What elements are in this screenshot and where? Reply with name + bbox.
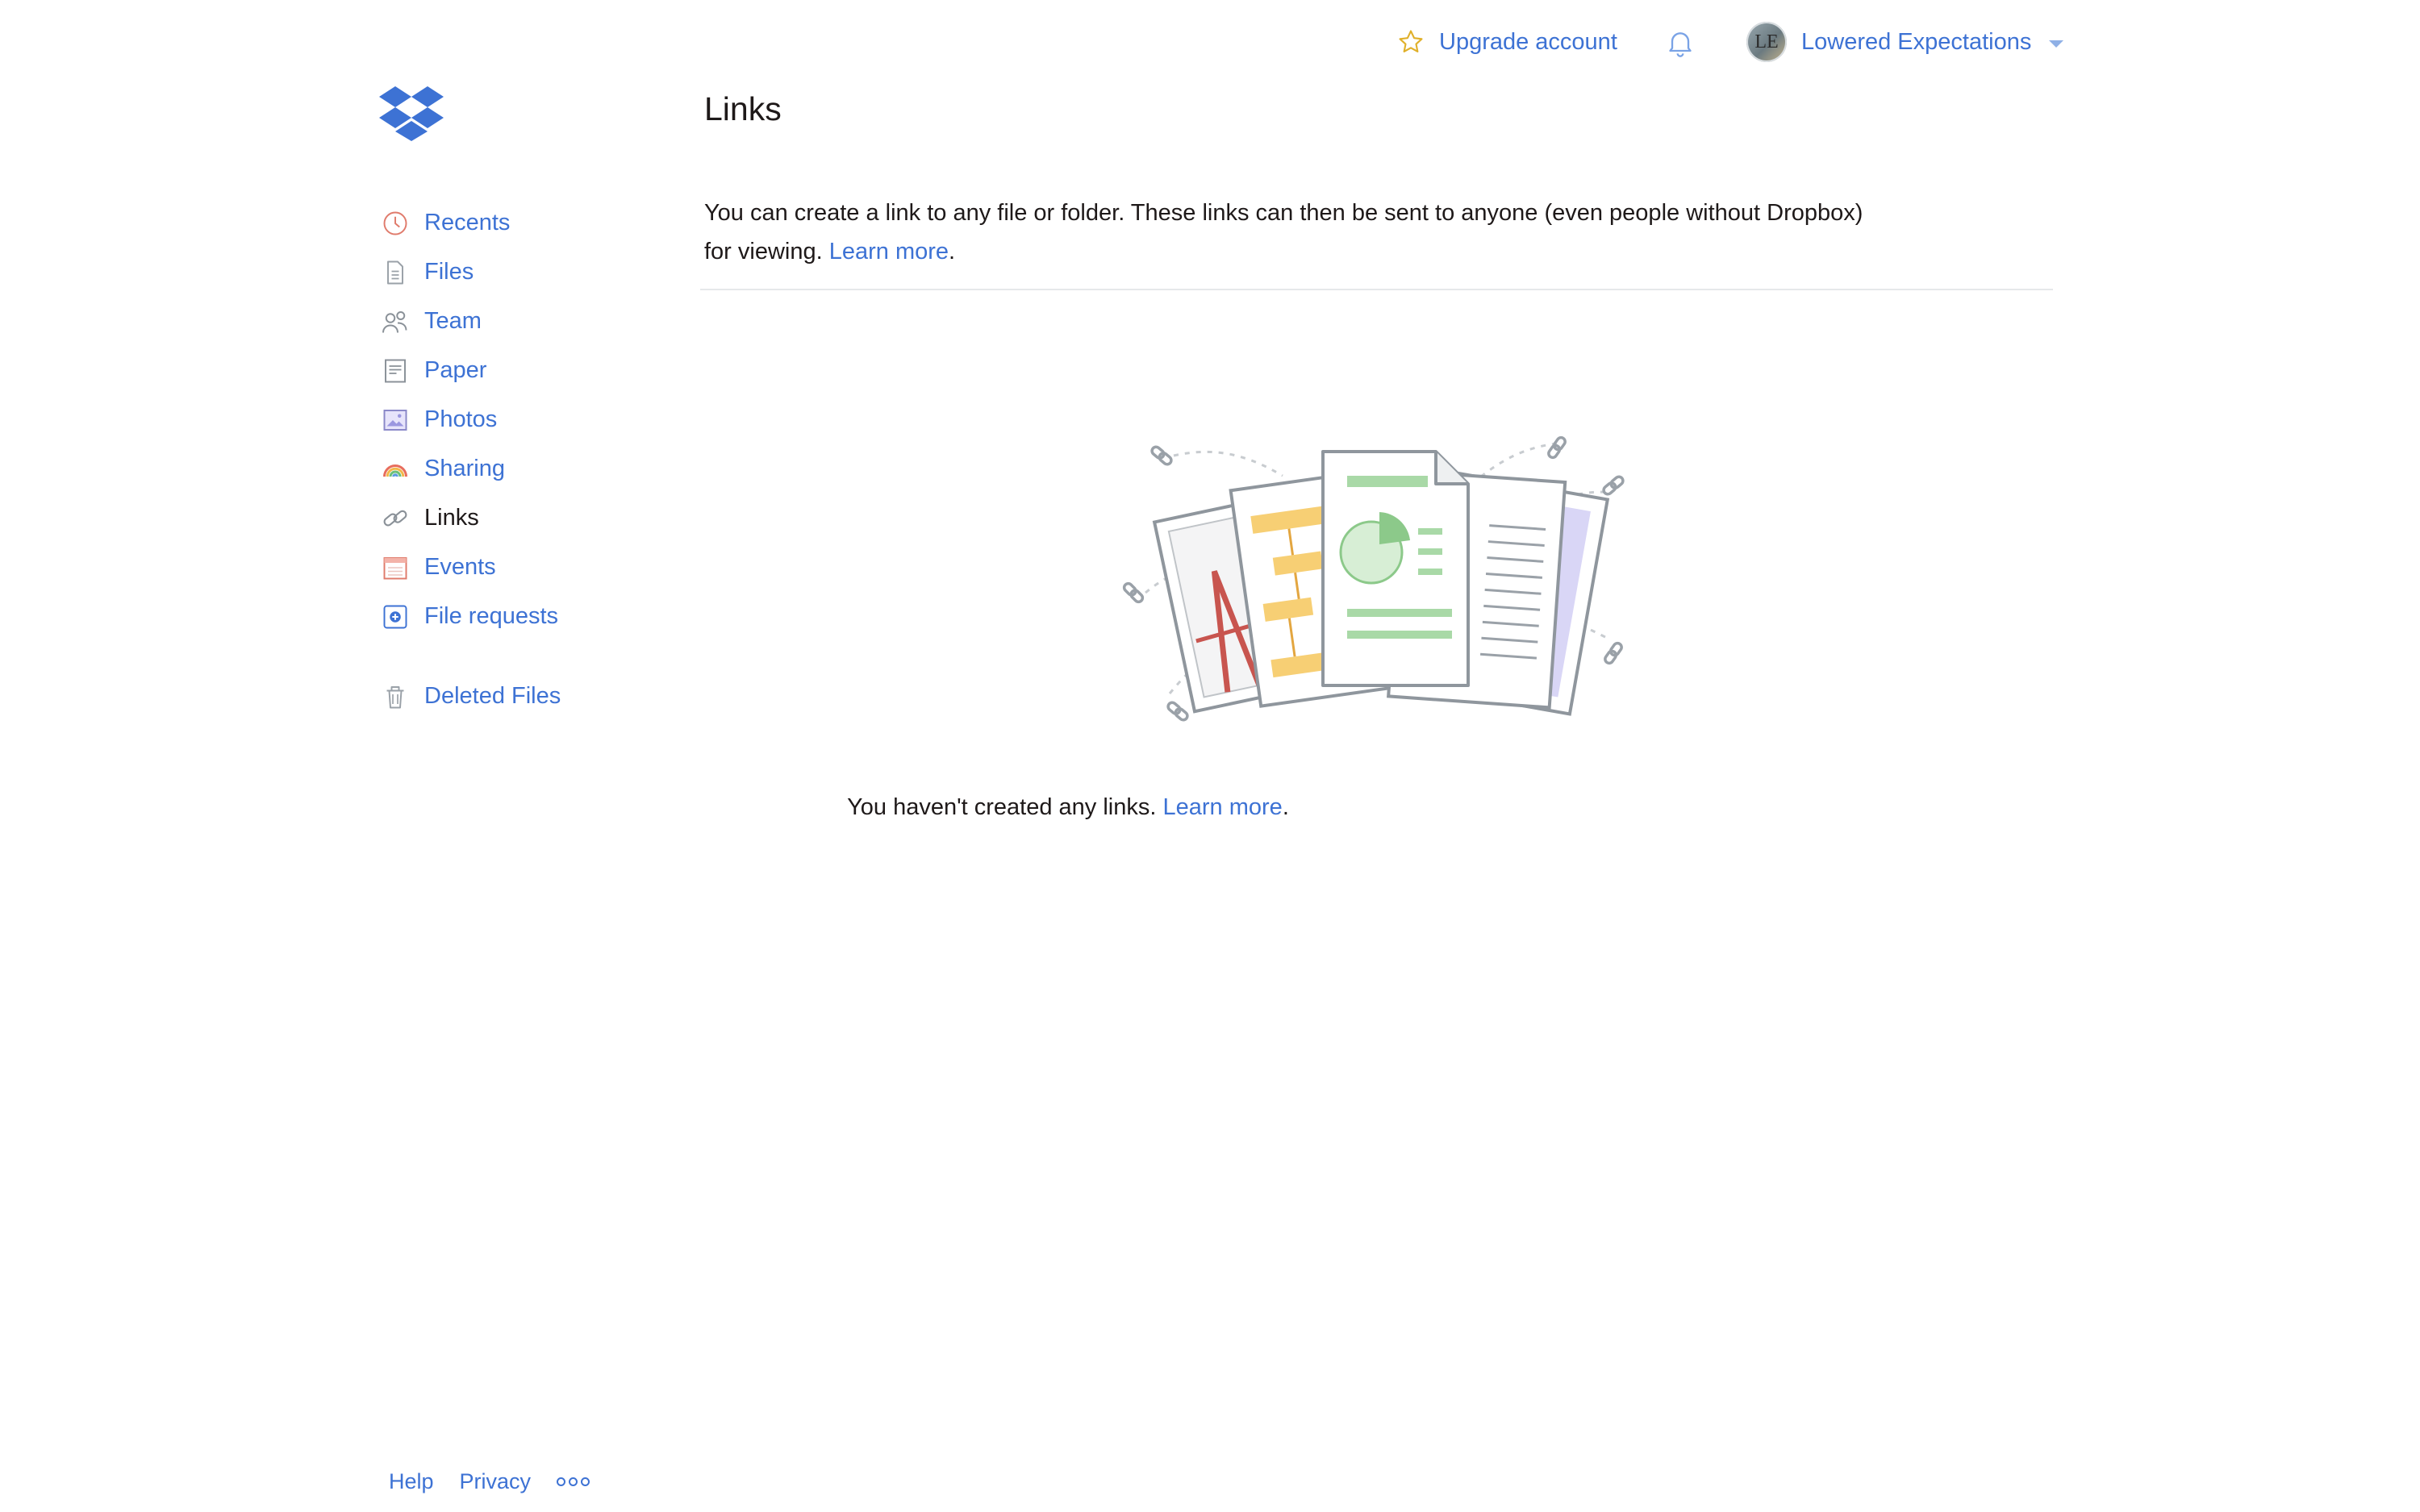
learn-more-link[interactable]: Learn more <box>829 239 949 264</box>
description-line-2: for viewing. <box>704 239 823 264</box>
file-icon <box>387 260 403 284</box>
upgrade-account-link[interactable]: Upgrade account <box>1397 24 1617 60</box>
sidebar-item-label: File requests <box>424 603 559 629</box>
page-title: Links <box>704 90 782 127</box>
sidebar-item-label: Sharing <box>424 456 505 481</box>
trash-icon <box>386 685 404 708</box>
rainbow-icon <box>383 464 407 477</box>
sidebar-item-files[interactable]: Files <box>381 248 623 297</box>
clock-icon <box>383 211 407 235</box>
empty-state-text: You haven't created any links. <box>847 794 1157 820</box>
sidebar-item-recents[interactable]: Recents <box>381 198 623 248</box>
sidebar-item-paper[interactable]: Paper <box>381 346 623 395</box>
calendar-icon <box>383 556 407 579</box>
empty-state-message: You haven't created any links. Learn mor… <box>0 794 2420 821</box>
period: . <box>949 239 956 264</box>
bell-icon[interactable] <box>1664 26 1696 60</box>
sidebar-item-events[interactable]: Events <box>381 543 623 592</box>
sidebar-item-label: Events <box>424 554 496 580</box>
sidebar-item-label: Links <box>424 505 479 531</box>
account-menu[interactable]: LE Lowered Expectations <box>1746 19 2064 65</box>
sidebar-item-links[interactable]: Links <box>381 494 623 543</box>
chevron-down-icon <box>2049 40 2064 48</box>
team-icon <box>382 310 407 333</box>
more-options-icon[interactable] <box>557 1477 590 1486</box>
file-request-icon <box>383 605 407 628</box>
period: . <box>1282 794 1289 820</box>
upgrade-account-label: Upgrade account <box>1439 28 1617 55</box>
sidebar-item-label: Paper <box>424 357 487 383</box>
sidebar-item-label: Files <box>424 259 474 285</box>
link-icon <box>383 510 407 526</box>
help-link[interactable]: Help <box>389 1469 434 1494</box>
star-icon <box>1399 30 1423 52</box>
dropbox-logo[interactable] <box>379 85 444 141</box>
divider <box>700 289 2053 290</box>
empty-learn-more-link[interactable]: Learn more <box>1163 794 1283 820</box>
paper-icon <box>385 359 406 382</box>
sidebar-item-deleted-files[interactable]: Deleted Files <box>381 672 623 721</box>
avatar-initials: LE <box>1754 31 1779 52</box>
page-description: You can create a link to any file or fol… <box>704 194 1898 271</box>
sidebar-item-label: Recents <box>424 210 511 235</box>
sidebar-item-team[interactable]: Team <box>381 297 623 346</box>
sidebar-item-label: Team <box>424 308 482 334</box>
sidebar-item-photos[interactable]: Photos <box>381 395 623 444</box>
sidebar-item-sharing[interactable]: Sharing <box>381 444 623 494</box>
avatar: LE <box>1746 22 1787 62</box>
sidebar-item-label: Photos <box>424 406 498 432</box>
photos-icon <box>383 409 407 431</box>
sidebar-item-label: Deleted Files <box>424 683 561 709</box>
description-line-1: You can create a link to any file or fol… <box>704 200 1863 226</box>
privacy-link[interactable]: Privacy <box>460 1469 532 1494</box>
sidebar-item-file-requests[interactable]: File requests <box>381 592 623 641</box>
footer: Help Privacy <box>389 1469 590 1494</box>
account-name: Lowered Expectations <box>1801 28 2032 55</box>
empty-links-illustration <box>1122 435 1625 722</box>
sidebar: Recents Files Team Paper Photos Sharing … <box>381 198 623 721</box>
